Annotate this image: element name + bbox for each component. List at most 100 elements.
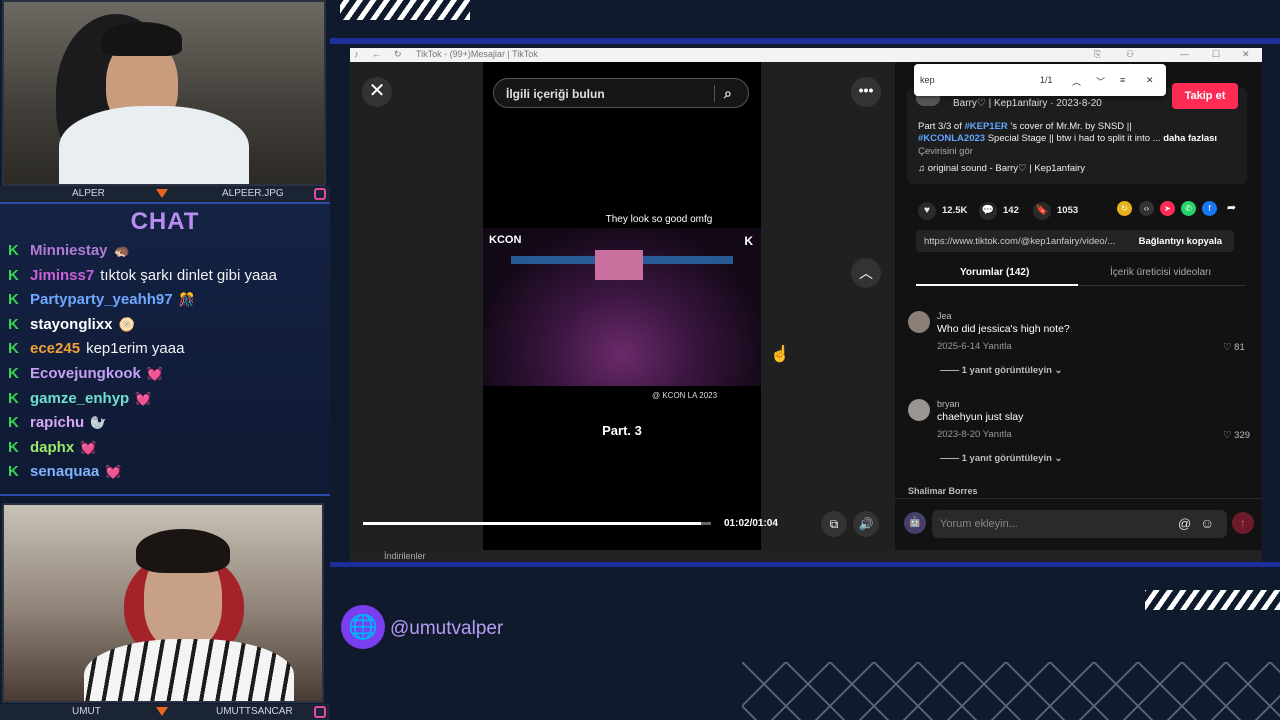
video-url: https://www.tiktok.com/@kep1anfairy/vide… xyxy=(924,236,1116,247)
view-replies[interactable]: —— 1 yanıt görüntüleyin ⌄ xyxy=(940,453,1063,464)
social-handle: @umutvalper xyxy=(390,618,504,639)
back-icon[interactable]: ← xyxy=(372,49,381,59)
author-line[interactable]: Barry♡ | Kep1anfairy · 2023-8-20 xyxy=(953,98,1102,109)
copy-link-button[interactable]: Bağlantıyı kopyala xyxy=(1139,236,1222,247)
send-icon[interactable]: ➤ xyxy=(1160,201,1175,216)
instagram-icon xyxy=(314,188,326,200)
find-count: 1/1 xyxy=(1040,75,1053,85)
kick-icon: K xyxy=(8,414,19,432)
chat-username: Minniestay xyxy=(30,242,108,259)
kick-icon: K xyxy=(8,315,19,333)
like-count: 12.5K xyxy=(942,205,968,216)
kick-icon: K xyxy=(8,389,19,407)
browser-title: TikTok - (99+)Mesajlar | TikTok xyxy=(416,49,538,59)
comment-likes[interactable]: ♡ 329 xyxy=(1223,430,1250,441)
chat-message: K Partyparty_yeahh97 🎊 xyxy=(8,291,195,308)
chat-emote: 🎊 xyxy=(178,292,195,308)
save-stat[interactable]: 🔖 1053 xyxy=(1033,202,1078,220)
volume-button[interactable]: 🔊 xyxy=(853,511,879,537)
commenter-avatar[interactable] xyxy=(908,399,930,421)
stage-screen xyxy=(595,250,643,280)
kick-icon: K xyxy=(8,365,19,382)
minimize-icon[interactable]: — xyxy=(1180,49,1189,59)
url-box[interactable]: https://www.tiktok.com/@kep1anfairy/vide… xyxy=(916,230,1234,252)
decor-band-bottom xyxy=(330,562,1280,567)
save-count: 1053 xyxy=(1057,205,1079,216)
video-credit: @ KCON LA 2023 xyxy=(652,391,718,400)
search-input[interactable]: İlgili içeriği bulun ⌕ xyxy=(493,78,749,108)
decor-stripes-bottom xyxy=(1145,590,1280,610)
chat-message: Kgamze_enhyp 💓 xyxy=(8,390,151,407)
repost-icon[interactable]: ↻ xyxy=(1117,201,1132,216)
chat-username: daphx xyxy=(30,438,75,456)
desc-prefix: Part 3/3 of xyxy=(918,121,965,132)
previous-video-button[interactable]: ︿ xyxy=(851,258,881,288)
user-avatar[interactable]: 🤖 xyxy=(904,512,926,534)
pip-button[interactable]: ⧉ xyxy=(821,511,847,537)
comment-date-reply[interactable]: 2023-8-20 Yanıtla xyxy=(937,429,1012,440)
comment-text: chaehyun just slay xyxy=(937,411,1024,423)
hashtag-kconla2023[interactable]: #KCONLA2023 xyxy=(918,133,985,144)
hashtag-kep1er[interactable]: #KEP1ER xyxy=(964,121,1007,132)
post-comment-button[interactable]: ↑ xyxy=(1232,512,1254,534)
streamer-hair xyxy=(136,529,230,573)
reload-icon[interactable]: ↻ xyxy=(394,49,402,60)
triangle-icon xyxy=(156,189,168,198)
search-icon[interactable]: ⌕ xyxy=(724,85,732,102)
maximize-icon[interactable]: ☐ xyxy=(1212,49,1220,60)
kcon-logo: KCON xyxy=(489,234,522,246)
close-window-icon[interactable]: ✕ xyxy=(1242,49,1250,60)
commenter-name[interactable]: Jea xyxy=(937,311,952,321)
comment-date-reply[interactable]: 2025-6-14 Yanıtla xyxy=(937,341,1012,352)
webcam-bottom-label: UMUT UMUTTSANCAR xyxy=(0,704,330,720)
search-placeholder: İlgili içeriği bulun xyxy=(506,87,605,101)
cam-bottom-name: UMUT xyxy=(72,706,101,717)
comment-stat[interactable]: 💬 142 xyxy=(979,202,1019,220)
whatsapp-icon[interactable]: ✆ xyxy=(1181,201,1196,216)
chat-emote: 💓 xyxy=(105,464,122,480)
music-note-icon: ♫ xyxy=(918,163,928,174)
mention-icon[interactable]: @ xyxy=(1178,516,1191,531)
browser-titlebar: ♪ ← ↻ TikTok - (99+)Mesajlar | TikTok ⎘ … xyxy=(350,48,1262,62)
browser-window: ♪ ← ↻ TikTok - (99+)Mesajlar | TikTok ⎘ … xyxy=(350,48,1262,550)
chat-message: Kdaphx 💓 xyxy=(8,439,96,456)
tab-comments[interactable]: Yorumlar (142) xyxy=(960,267,1029,278)
webcam-top-label: ALPER ALPEER.JPG xyxy=(0,186,330,202)
facebook-icon[interactable]: f xyxy=(1202,201,1217,216)
follow-button[interactable]: Takip et xyxy=(1172,83,1238,109)
find-prev-icon[interactable]: ︿ xyxy=(1072,75,1081,88)
sound-link[interactable]: ♫ original sound - Barry♡ | Kep1anfairy xyxy=(918,163,1085,174)
find-options-icon[interactable]: ≡ xyxy=(1120,75,1125,85)
streamer-hair xyxy=(102,22,182,56)
tab-creator-videos[interactable]: İçerik üreticisi videoları xyxy=(1110,267,1211,278)
view-replies[interactable]: —— 1 yanıt görüntüleyin ⌄ xyxy=(940,365,1063,376)
comment-input[interactable]: Yorum ekleyin... @ ☺ xyxy=(932,510,1227,538)
cam-top-handle: ALPEER.JPG xyxy=(222,188,284,199)
chat-username: stayonglixx xyxy=(30,315,113,333)
profile-icon[interactable]: ⚇ xyxy=(1126,49,1134,60)
emoji-icon[interactable]: ☺ xyxy=(1200,515,1214,531)
commenter-name[interactable]: Shalimar Borres xyxy=(908,486,978,496)
translate-icon[interactable]: ⎘ xyxy=(1094,49,1101,60)
read-more-link[interactable]: daha fazlası xyxy=(1163,133,1217,144)
chat-username: Ecovejungkook xyxy=(30,365,141,382)
like-stat[interactable]: ♥ 12.5K xyxy=(918,202,967,220)
share-icon[interactable]: ➦ xyxy=(1224,201,1239,216)
chat-message: K Minniestay 🦔 xyxy=(8,242,130,259)
translate-link[interactable]: Çevirisini gör xyxy=(918,146,973,157)
find-close-icon[interactable]: ✕ xyxy=(1146,75,1154,86)
close-video-button[interactable]: ✕ xyxy=(362,77,392,107)
embed-icon[interactable]: ‹› xyxy=(1139,201,1154,216)
comment-icon: 💬 xyxy=(979,202,997,220)
find-query[interactable]: kep xyxy=(920,75,935,85)
find-in-page-bar[interactable]: kep 1/1 ︿ ﹀ ≡ ✕ xyxy=(914,64,1166,96)
comment-likes[interactable]: ♡ 81 xyxy=(1223,342,1245,353)
concert-stage-image: KCON K xyxy=(483,228,761,386)
video-caption: They look so good omfg xyxy=(605,214,713,225)
find-next-icon[interactable]: ﹀ xyxy=(1096,75,1105,88)
tiktok-favicon-icon: ♪ xyxy=(354,49,359,59)
commenter-name[interactable]: bryan xyxy=(937,399,960,409)
kick-icon: K xyxy=(8,340,19,358)
commenter-avatar[interactable] xyxy=(908,311,930,333)
more-options-button[interactable]: ••• xyxy=(851,77,881,107)
